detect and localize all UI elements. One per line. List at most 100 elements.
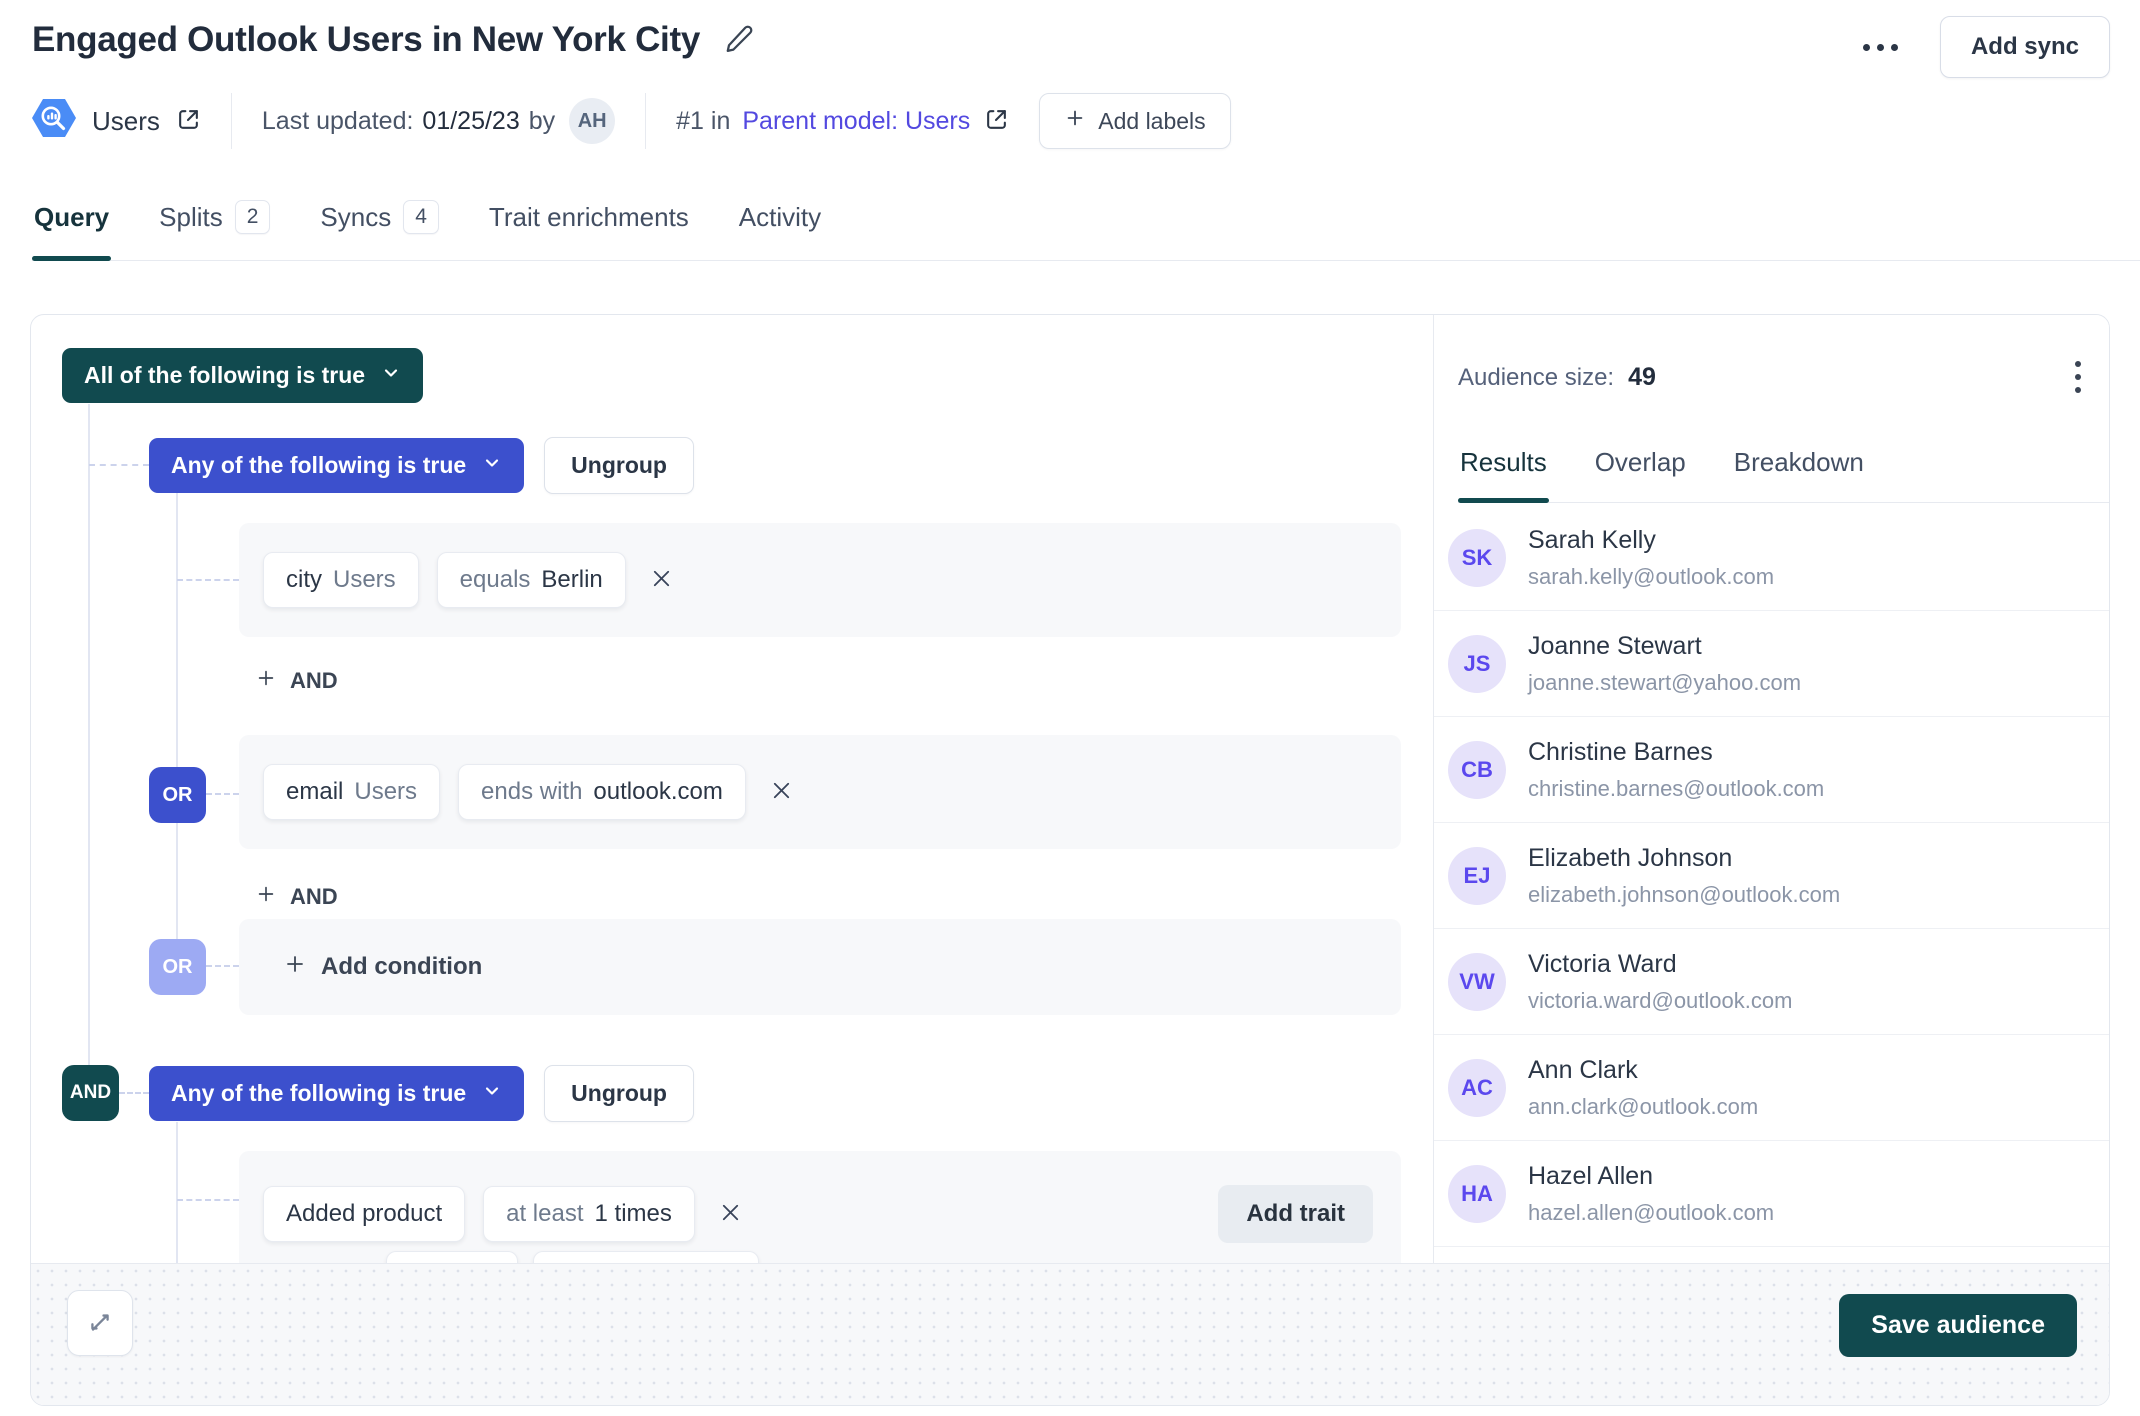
add-trait-button[interactable]: Add trait: [1218, 1185, 1373, 1243]
last-updated-label: Last updated:: [262, 107, 414, 136]
result-name: Elizabeth Johnson: [1528, 844, 1840, 873]
result-row[interactable]: CB Christine Barnes christine.barnes@out…: [1434, 717, 2110, 823]
and-operator-badge[interactable]: AND: [62, 1065, 119, 1121]
results-tab-bar: Results Overlap Breakdown: [1458, 447, 2110, 503]
edit-title-button[interactable]: [724, 24, 754, 57]
result-row[interactable]: VW Victoria Ward victoria.ward@outlook.c…: [1434, 929, 2110, 1035]
remove-condition-button[interactable]: [644, 561, 679, 599]
result-name: Hazel Allen: [1528, 1162, 1774, 1191]
page-header: Engaged Outlook Users in New York City: [32, 20, 754, 60]
connector-line: [88, 404, 90, 1093]
divider: [231, 93, 232, 149]
close-icon: [719, 1201, 742, 1227]
group-operator-dropdown[interactable]: Any of the following is true: [149, 1066, 524, 1121]
result-email: christine.barnes@outlook.com: [1528, 776, 1824, 802]
ungroup-button[interactable]: Ungroup: [544, 437, 694, 494]
audience-card: All of the following is true Any of the …: [30, 314, 2110, 1406]
root-operator-dropdown[interactable]: All of the following is true: [62, 348, 423, 403]
external-link-icon: [984, 107, 1009, 135]
splits-count-badge: 2: [235, 200, 271, 234]
add-condition-button[interactable]: Add condition: [283, 952, 482, 983]
result-row[interactable]: EJ Elizabeth Johnson elizabeth.johnson@o…: [1434, 823, 2110, 929]
rank-label: #1 in: [676, 107, 730, 136]
avatar: AC: [1448, 1059, 1506, 1117]
result-name: Christine Barnes: [1528, 738, 1824, 767]
audience-size-value: 49: [1628, 363, 1656, 392]
result-row[interactable]: AC Ann Clark ann.clark@outlook.com: [1434, 1035, 2110, 1141]
plus-icon: [255, 883, 277, 911]
avatar: CB: [1448, 741, 1506, 799]
avatar: VW: [1448, 953, 1506, 1011]
avatar: JS: [1448, 635, 1506, 693]
meta-row: Users Last updated: 01/25/23 by AH #1 in…: [32, 92, 1231, 150]
condition-field-pill[interactable]: email Users: [263, 764, 440, 820]
ellipsis-icon: [1863, 44, 1870, 51]
source-users-link[interactable]: Users: [92, 106, 201, 137]
tab-splits[interactable]: Splits2: [157, 200, 272, 260]
condition-row: email Users ends with outlook.com: [239, 735, 1401, 849]
connector-line: [176, 1122, 178, 1263]
remove-condition-button[interactable]: [713, 1195, 748, 1233]
bigquery-icon: [32, 96, 76, 147]
tab-query[interactable]: Query: [32, 200, 111, 260]
avatar: SK: [1448, 529, 1506, 587]
tab-overlap[interactable]: Overlap: [1593, 447, 1688, 502]
result-row[interactable]: HA Hazel Allen hazel.allen@outlook.com: [1434, 1141, 2110, 1247]
condition-row: city Users equals Berlin: [239, 523, 1401, 637]
add-labels-button[interactable]: Add labels: [1039, 93, 1230, 149]
group-1-header: Any of the following is true Ungroup: [149, 437, 694, 494]
condition-field-pill[interactable]: Added product: [263, 1186, 465, 1242]
query-footer: Save audience: [31, 1263, 2109, 1406]
condition-operator-pill[interactable]: at least 1 times: [483, 1186, 695, 1242]
or-operator-badge-pending: OR: [149, 939, 206, 995]
result-email: ann.clark@outlook.com: [1528, 1094, 1758, 1120]
save-audience-button[interactable]: Save audience: [1839, 1294, 2077, 1357]
tab-bar: Query Splits2 Syncs4 Trait enrichments A…: [32, 200, 2140, 261]
condition-operator-pill[interactable]: equals Berlin: [437, 552, 626, 608]
result-row[interactable]: SK Sarah Kelly sarah.kelly@outlook.com: [1434, 505, 2110, 611]
add-sync-button[interactable]: Add sync: [1940, 16, 2110, 78]
result-name: Joanne Stewart: [1528, 632, 1801, 661]
expand-query-button[interactable]: [67, 1290, 133, 1356]
connector-line: [119, 1092, 149, 1094]
add-and-condition-button[interactable]: AND: [255, 883, 338, 911]
kebab-icon: [2075, 361, 2081, 367]
results-panel: Audience size: 49 Results Overlap Breakd…: [1433, 315, 2110, 1263]
close-icon: [770, 779, 793, 805]
connector-line: [206, 965, 239, 967]
panel-menu-button[interactable]: [2067, 353, 2089, 401]
page-title: Engaged Outlook Users in New York City: [32, 20, 700, 60]
tab-trait-enrichments[interactable]: Trait enrichments: [487, 200, 691, 260]
remove-condition-button[interactable]: [764, 773, 799, 811]
tab-activity[interactable]: Activity: [737, 200, 823, 260]
more-options-button[interactable]: [1859, 34, 1902, 61]
parent-model-link[interactable]: Parent model: Users: [742, 107, 970, 136]
result-email: sarah.kelly@outlook.com: [1528, 564, 1774, 590]
group-operator-dropdown[interactable]: Any of the following is true: [149, 438, 524, 493]
chevron-down-icon: [482, 1080, 502, 1107]
connector-line: [176, 493, 178, 967]
ungroup-button[interactable]: Ungroup: [544, 1065, 694, 1122]
result-name: Victoria Ward: [1528, 950, 1792, 979]
tab-breakdown[interactable]: Breakdown: [1732, 447, 1866, 502]
chevron-down-icon: [381, 362, 401, 389]
result-email: elizabeth.johnson@outlook.com: [1528, 882, 1840, 908]
add-condition-row: Add condition: [239, 919, 1401, 1015]
condition-field-pill[interactable]: city Users: [263, 552, 419, 608]
connector-line: [89, 464, 149, 466]
result-name: Ann Clark: [1528, 1056, 1758, 1085]
or-operator-badge[interactable]: OR: [149, 767, 206, 823]
group-2-header: Any of the following is true Ungroup: [149, 1065, 694, 1122]
condition-operator-pill[interactable]: ends with outlook.com: [458, 764, 746, 820]
external-link-icon: [176, 107, 201, 135]
parent-model-external-link[interactable]: [984, 107, 1009, 135]
tab-results[interactable]: Results: [1458, 447, 1549, 502]
close-icon: [650, 567, 673, 593]
result-email: hazel.allen@outlook.com: [1528, 1200, 1774, 1226]
header-actions: Add sync: [1859, 16, 2110, 78]
add-and-condition-button[interactable]: AND: [255, 667, 338, 695]
tab-syncs[interactable]: Syncs4: [318, 200, 441, 260]
result-email: joanne.stewart@yahoo.com: [1528, 670, 1801, 696]
result-row[interactable]: JS Joanne Stewart joanne.stewart@yahoo.c…: [1434, 611, 2110, 717]
by-label: by: [529, 107, 555, 136]
